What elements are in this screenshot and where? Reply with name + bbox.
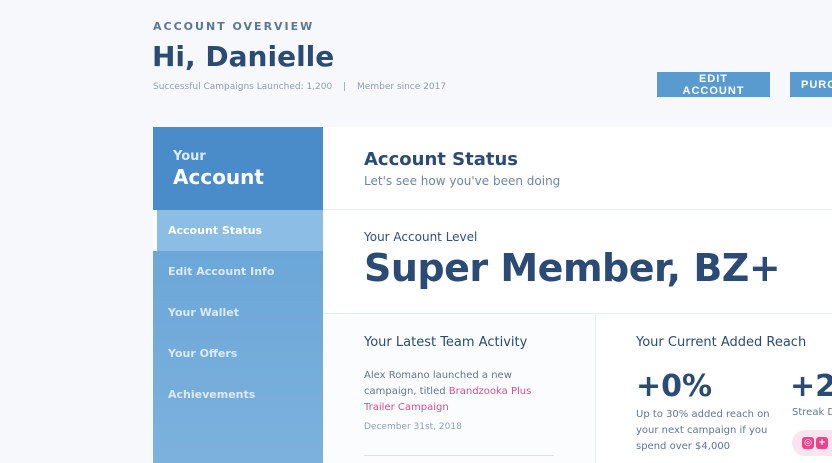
added-reach-description: Up to 30% added reach on your next campa… — [636, 409, 770, 452]
sidebar-item-achievements[interactable]: Achievements — [153, 374, 323, 415]
streak-label: Streak D — [792, 407, 832, 418]
stats-row: Your Latest Team Activity Alex Romano la… — [323, 314, 832, 463]
account-status-title: Account Status — [364, 149, 518, 170]
sidebar-item-edit-account-info[interactable]: Edit Account Info — [153, 251, 323, 292]
floating-action-widget[interactable]: ◎ + — [792, 430, 832, 456]
sidebar-item-account-status[interactable]: Account Status — [153, 210, 323, 251]
team-activity-card: Your Latest Team Activity Alex Romano la… — [323, 314, 596, 463]
added-reach-value: +0% — [636, 369, 713, 404]
meta-separator: | — [343, 82, 347, 92]
sidebar-title-small: Your — [173, 149, 206, 164]
account-level-value: Super Member, BZ+ — [364, 246, 781, 290]
edit-account-button[interactable]: EDIT ACCOUNT — [657, 72, 770, 97]
account-level-label: Your Account Level — [364, 230, 478, 244]
member-since: Member since 2017 — [357, 82, 447, 92]
activity-divider — [364, 455, 554, 456]
team-activity-title: Your Latest Team Activity — [364, 335, 528, 350]
account-sidebar: Your Account Account Status Edit Account… — [153, 127, 323, 463]
sidebar-item-your-offers[interactable]: Your Offers — [153, 333, 323, 374]
streak-value: +2 — [790, 369, 832, 404]
purchase-button[interactable]: PURC — [790, 72, 832, 97]
team-activity-text: Alex Romano launched a new campaign, tit… — [364, 368, 534, 416]
main-panel: Account Status Let's see how you've been… — [323, 127, 832, 463]
sidebar-title: Account — [173, 165, 264, 189]
account-meta: Successful Campaigns Launched: 1,200 | M… — [153, 82, 446, 92]
activity-date: December 31st, 2018 — [364, 422, 462, 432]
added-reach-title: Your Current Added Reach — [636, 335, 807, 350]
greeting-title: Hi, Danielle — [152, 40, 335, 73]
sidebar-item-your-wallet[interactable]: Your Wallet — [153, 292, 323, 333]
account-status-header: Account Status Let's see how you've been… — [323, 127, 832, 210]
account-overview-page: ACCOUNT OVERVIEW Hi, Danielle Successful… — [0, 0, 832, 463]
instagram-icon[interactable]: ◎ — [802, 437, 814, 449]
account-status-subtitle: Let's see how you've been doing — [364, 174, 561, 188]
sidebar-header: Your Account — [153, 127, 323, 210]
campaigns-launched: Successful Campaigns Launched: 1,200 — [153, 82, 333, 92]
overview-label: ACCOUNT OVERVIEW — [153, 20, 315, 33]
plus-icon[interactable]: + — [816, 437, 828, 449]
account-level-section: Your Account Level Super Member, BZ+ — [323, 210, 832, 314]
